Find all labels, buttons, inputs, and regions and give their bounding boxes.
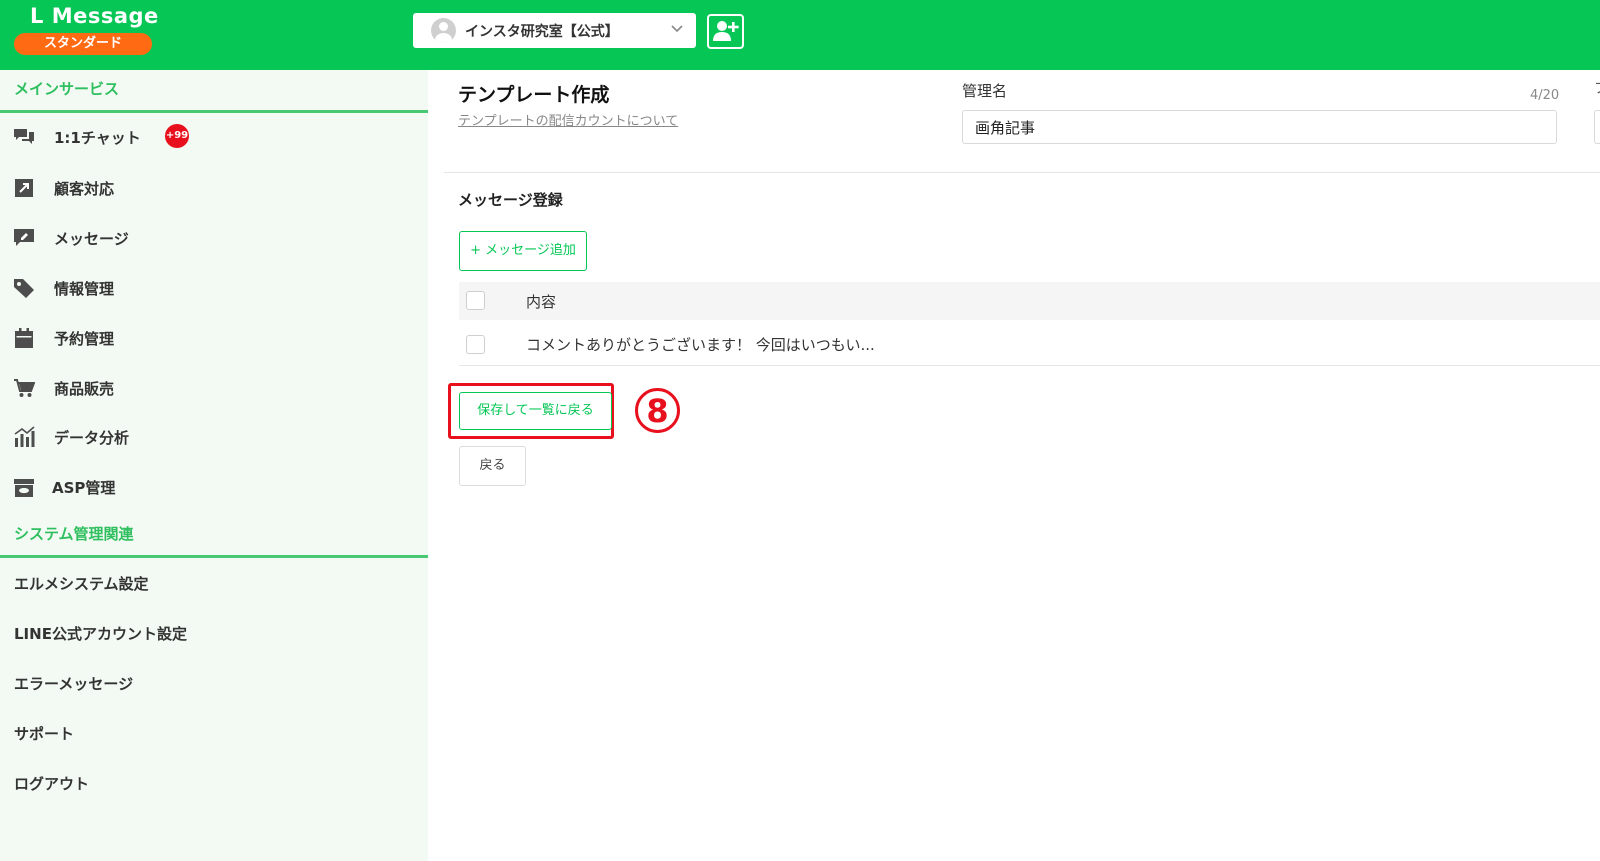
sidebar-item-label: エルメシステム設定 — [14, 575, 149, 593]
sidebar-item-chat[interactable]: 1:1チャット +99 — [0, 115, 428, 159]
add-message-button[interactable]: + メッセージ追加 — [459, 231, 587, 271]
account-name: インスタ研究室【公式】 — [465, 24, 619, 40]
table-header: 内容 — [459, 282, 1600, 320]
cut-off-input[interactable] — [1594, 110, 1600, 144]
add-user-icon — [713, 21, 739, 41]
main-content: テンプレート作成 テンプレートの配信カウントについて 管理名 4/20 フ メッ… — [428, 70, 1600, 861]
chart-icon — [14, 426, 35, 447]
archive-icon — [14, 479, 34, 497]
main-service-section-title: メインサービス — [14, 80, 120, 98]
sidebar-item-label: 1:1チャット — [54, 129, 141, 147]
sidebar-item-label: データ分析 — [54, 429, 130, 447]
sidebar-item-support[interactable]: サポート — [0, 711, 428, 755]
sidebar-item-label: サポート — [14, 725, 75, 743]
sidebar-item-label: ASP管理 — [52, 479, 116, 497]
message-edit-icon — [14, 229, 34, 246]
message-register-heading: メッセージ登録 — [458, 191, 563, 209]
top-bar: L Message スタンダード インスタ研究室【公式】 — [0, 0, 1600, 70]
sidebar-item-error-message[interactable]: エラーメッセージ — [0, 661, 428, 705]
select-all-checkbox[interactable] — [466, 291, 485, 310]
plan-badge: スタンダード — [14, 33, 152, 55]
save-and-return-button[interactable]: 保存して一覧に戻る — [459, 392, 612, 430]
management-name-input[interactable] — [962, 110, 1557, 144]
divider — [444, 172, 1600, 173]
sidebar: メインサービス 1:1チャット +99 顧客対応 メッセージ 情報管理 予約管理… — [0, 70, 428, 861]
sidebar-item-system-settings[interactable]: エルメシステム設定 — [0, 561, 428, 605]
cart-icon — [14, 379, 35, 397]
account-avatar — [431, 18, 456, 43]
section-divider — [0, 110, 428, 113]
cut-off-label: フ — [1594, 78, 1600, 98]
delivery-count-link[interactable]: テンプレートの配信カウントについて — [458, 110, 678, 129]
chevron-down-icon — [671, 25, 683, 33]
table-row[interactable]: コメントありがとうございます！ 今回はいつもい... — [459, 322, 1600, 366]
add-user-button[interactable] — [707, 14, 744, 49]
sidebar-item-line-account-settings[interactable]: LINE公式アカウント設定 — [0, 611, 428, 655]
logo-text: L Message — [30, 4, 159, 28]
step-number-marker: 8 — [635, 388, 680, 433]
column-header-content: 内容 — [526, 293, 557, 311]
sidebar-item-asp-management[interactable]: ASP管理 — [0, 465, 428, 509]
section-divider — [0, 555, 428, 558]
sidebar-item-label: エラーメッセージ — [14, 675, 134, 693]
row-checkbox[interactable] — [466, 335, 485, 354]
sidebar-item-reservation[interactable]: 予約管理 — [0, 316, 428, 360]
sidebar-item-customer-support[interactable]: 顧客対応 — [0, 166, 428, 210]
tag-icon — [14, 279, 34, 298]
sidebar-item-label: LINE公式アカウント設定 — [14, 625, 187, 643]
chat-icon — [14, 129, 34, 144]
sidebar-item-label: 情報管理 — [54, 280, 115, 298]
system-section-title: システム管理関連 — [14, 525, 134, 543]
sidebar-item-label: 予約管理 — [54, 330, 115, 348]
management-name-label: 管理名 — [962, 82, 1008, 100]
sidebar-item-info-management[interactable]: 情報管理 — [0, 266, 428, 310]
sidebar-item-logout[interactable]: ログアウト — [0, 761, 428, 805]
message-content: コメントありがとうございます！ 今回はいつもい... — [526, 336, 875, 354]
back-button[interactable]: 戻る — [459, 446, 526, 486]
char-count: 4/20 — [1530, 88, 1560, 103]
external-link-icon — [15, 179, 33, 197]
account-select[interactable]: インスタ研究室【公式】 — [413, 13, 696, 48]
sidebar-item-label: メッセージ — [54, 230, 129, 248]
sidebar-item-label: 顧客対応 — [54, 180, 115, 198]
page-title: テンプレート作成 — [458, 84, 610, 106]
unread-badge: +99 — [165, 124, 189, 148]
sidebar-item-message[interactable]: メッセージ — [0, 216, 428, 260]
sidebar-item-product-sales[interactable]: 商品販売 — [0, 366, 428, 410]
logo[interactable]: L Message スタンダード — [12, 4, 159, 58]
calendar-icon — [15, 328, 33, 348]
sidebar-item-data-analysis[interactable]: データ分析 — [0, 415, 428, 459]
sidebar-item-label: 商品販売 — [54, 380, 115, 398]
sidebar-item-label: ログアウト — [14, 775, 90, 793]
